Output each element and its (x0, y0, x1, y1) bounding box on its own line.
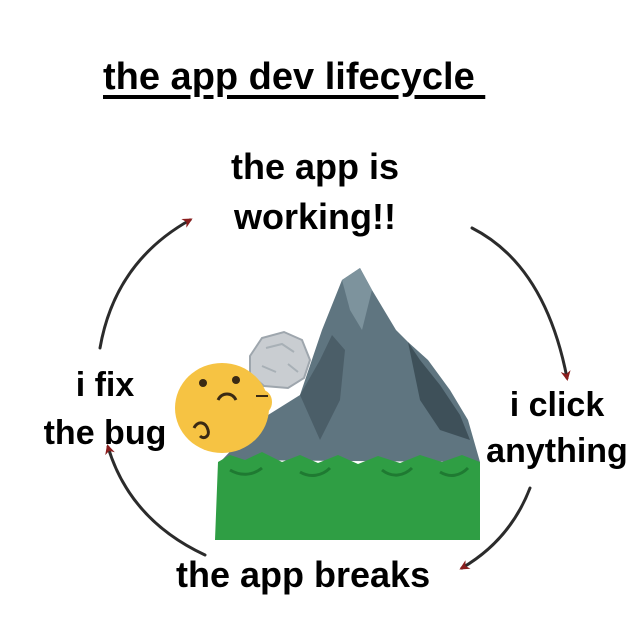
state-click-anything: i click anything (462, 382, 640, 474)
arrow-top-to-right (470, 226, 571, 381)
rock-icon (249, 330, 312, 390)
lifecycle-diagram: the app dev lifecycle the app is working… (0, 0, 640, 640)
state-click-anything-line-1: i click (509, 386, 605, 424)
state-app-breaks: the app breaks (176, 554, 431, 595)
state-fix-bug-line-2: the bug (43, 414, 167, 452)
state-fix-bug-line-1: i fix (75, 366, 135, 404)
state-app-working-line-1: the app is (230, 146, 400, 187)
state-click-anything-line-2: anything (486, 432, 628, 470)
state-fix-bug: i fix the bug (20, 361, 190, 457)
state-app-working: the app is working!! (140, 142, 490, 242)
page-title: the app dev lifecycle (103, 56, 486, 98)
state-app-working-line-2: working!! (234, 196, 396, 237)
arrow-bottom-to-left (105, 444, 207, 557)
